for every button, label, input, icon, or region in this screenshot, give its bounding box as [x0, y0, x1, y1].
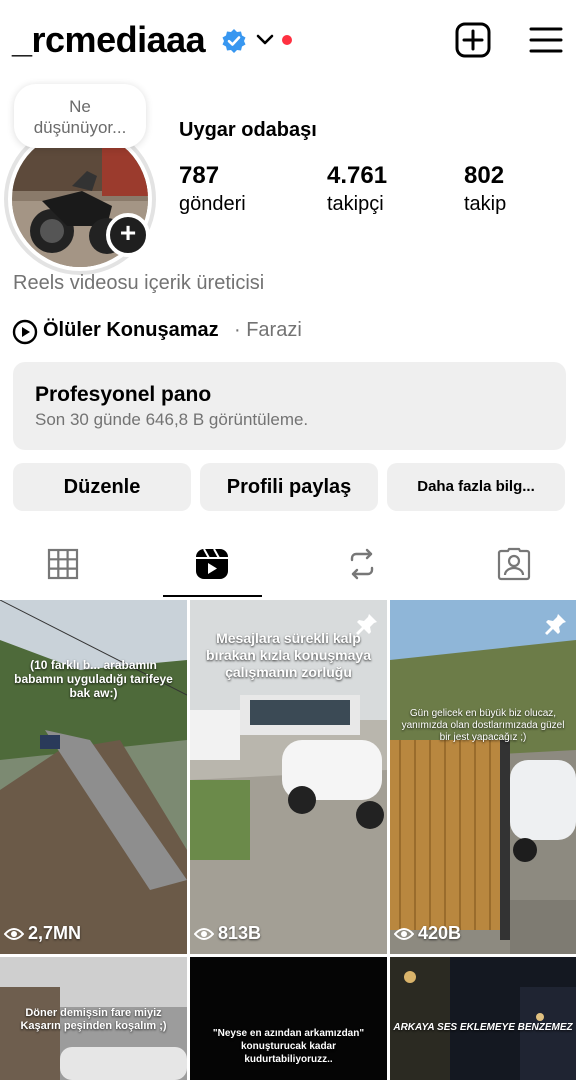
reel-caption: ARKAYA SES EKLEMEYE BENZEMEZ — [393, 1022, 573, 1033]
grid-icon[interactable] — [45, 546, 81, 582]
reel-thumbnail-1[interactable]: (10 farklı b... arabamın babamın uygulad… — [0, 600, 187, 954]
following-label[interactable]: takip — [464, 193, 506, 216]
eye-icon — [394, 927, 414, 940]
following-count[interactable]: 802 — [464, 162, 504, 190]
add-story-button[interactable]: + — [106, 213, 150, 257]
create-post-icon[interactable] — [455, 22, 491, 58]
pinned-icon — [356, 614, 377, 635]
reel-thumbnail-3[interactable]: Gün gelicek en büyük biz olucaz, yanımız… — [390, 600, 576, 954]
more-info-button[interactable]: Daha fazla bilg... — [387, 463, 565, 511]
reel-view-count: 2,7MN — [4, 923, 81, 944]
note-text-line-1: Ne — [69, 97, 91, 116]
active-tab-indicator — [163, 595, 262, 597]
reel-caption: Gün gelicek en büyük biz olucaz, yanımız… — [401, 708, 565, 743]
note-bubble[interactable]: Ne düşünüyor... — [14, 84, 146, 148]
profile-category: Reels videosu içerik üreticisi — [13, 272, 265, 294]
reel-caption: Mesajlara sürekli kalp bırakan kızla kon… — [206, 630, 371, 680]
display-name: Uygar odabaşı — [179, 119, 317, 141]
reel-caption: "Neyse en azından arkamızdan" konuşturuc… — [212, 1028, 365, 1065]
pinned-icon — [545, 614, 566, 635]
followers-label[interactable]: takipçi — [327, 193, 384, 216]
note-text-line-2: düşünüyor... — [33, 118, 127, 137]
reels-icon[interactable] — [194, 546, 230, 582]
eye-icon — [4, 927, 24, 940]
followers-count[interactable]: 4.761 — [327, 162, 387, 190]
play-icon[interactable] — [12, 319, 38, 345]
notification-dot — [282, 35, 292, 45]
account-switch-chevron-icon[interactable] — [255, 33, 275, 47]
share-profile-button[interactable]: Profili paylaş — [200, 463, 378, 511]
dashboard-title: Profesyonel pano — [35, 383, 212, 406]
reel-caption: (10 farklı b... arabamın babamın uygulad… — [14, 658, 173, 700]
profile-music-title[interactable]: Ölüler Konuşamaz — [43, 319, 219, 342]
reel-thumbnail-2[interactable]: Mesajlara sürekli kalp bırakan kızla kon… — [190, 600, 387, 954]
eye-icon — [194, 927, 214, 940]
view-count-text: 2,7MN — [28, 923, 82, 943]
reel-thumbnail-5[interactable]: "Neyse en azından arkamızdan" konuşturuc… — [190, 957, 387, 1080]
dashboard-subtitle: Son 30 günde 646,8 B görüntüleme. — [35, 410, 309, 429]
reel-thumbnail-4[interactable]: Döner demişsin fare miyiz Kaşarın peşind… — [0, 957, 187, 1080]
reposts-icon[interactable] — [344, 546, 380, 582]
tagged-icon[interactable] — [496, 546, 532, 582]
profile-username[interactable]: _rcmediaaa — [12, 18, 206, 62]
menu-icon[interactable] — [529, 25, 563, 55]
edit-profile-button[interactable]: Düzenle — [13, 463, 191, 511]
view-count-text: 420B — [418, 923, 462, 943]
view-count-text: 813B — [218, 923, 262, 943]
posts-count[interactable]: 787 — [179, 162, 219, 190]
reel-thumbnail-6[interactable]: ARKAYA SES EKLEMEYE BENZEMEZ — [390, 957, 576, 1080]
reel-caption: Döner demişsin fare miyiz Kaşarın peşind… — [20, 1007, 167, 1032]
reel-view-count: 813B — [194, 923, 261, 944]
reel-view-count: 420B — [394, 923, 461, 944]
verified-badge-icon — [222, 29, 246, 53]
profile-music-artist[interactable]: · Farazi — [234, 319, 302, 342]
posts-label[interactable]: gönderi — [179, 193, 246, 216]
